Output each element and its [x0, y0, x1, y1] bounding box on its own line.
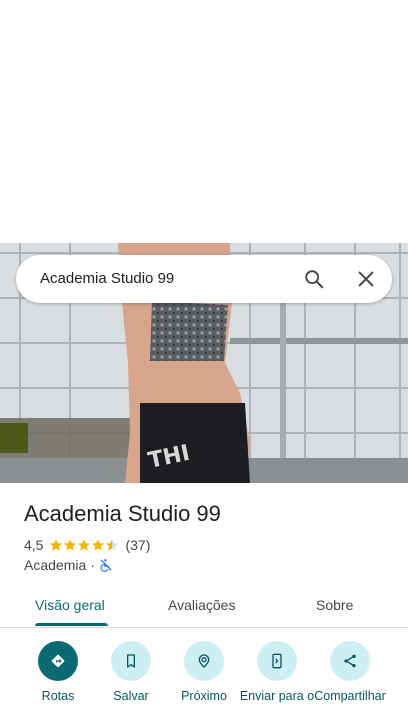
close-icon[interactable]	[355, 268, 377, 290]
star-icon	[50, 539, 63, 551]
star-rating	[49, 538, 119, 552]
tab-about[interactable]: Sobre	[316, 596, 353, 614]
category-row: Academia ·	[24, 556, 113, 574]
directions-label: Rotas	[41, 689, 75, 703]
rating-value: 4,5	[24, 537, 44, 553]
star-half-icon	[106, 539, 119, 551]
send-to-phone-label: Enviar para o	[239, 689, 315, 703]
bookmark-icon	[111, 641, 151, 681]
tab-reviews[interactable]: Avaliações	[168, 596, 235, 614]
active-tab-indicator	[35, 623, 108, 626]
share-icon	[330, 641, 370, 681]
separator: ·	[90, 557, 95, 573]
directions-icon	[38, 641, 78, 681]
share-button[interactable]: Compartilhar	[312, 640, 388, 703]
search-icon[interactable]	[303, 268, 325, 290]
share-label: Compartilhar	[314, 689, 386, 703]
place-title: Academia Studio 99	[24, 501, 221, 526]
nearby-label: Próximo	[181, 689, 227, 703]
directions-button[interactable]: Rotas	[20, 640, 96, 703]
search-input[interactable]: Academia Studio 99	[40, 269, 174, 289]
nearby-button[interactable]: Próximo	[166, 640, 242, 703]
nearby-icon	[184, 641, 224, 681]
send-to-phone-icon	[257, 641, 297, 681]
send-to-phone-button[interactable]: Enviar para o	[239, 640, 315, 703]
search-bar[interactable]: Academia Studio 99	[16, 255, 392, 303]
action-buttons: Rotas Salvar Próximo Enviar para o Compa…	[0, 640, 408, 726]
star-icon	[64, 539, 77, 551]
no-wheelchair-access-icon	[100, 559, 112, 572]
star-icon	[92, 539, 105, 551]
rating-row[interactable]: 4,5 (37)	[24, 536, 150, 554]
star-icon	[78, 539, 91, 551]
tab-overview[interactable]: Visão geral	[35, 596, 105, 614]
save-button[interactable]: Salvar	[93, 640, 169, 703]
tab-bar: Visão geral Avaliações Sobre	[0, 585, 408, 628]
category-label: Academia	[24, 557, 87, 573]
map-area-blank	[0, 0, 408, 243]
review-count: (37)	[125, 537, 151, 553]
save-label: Salvar	[113, 689, 149, 703]
